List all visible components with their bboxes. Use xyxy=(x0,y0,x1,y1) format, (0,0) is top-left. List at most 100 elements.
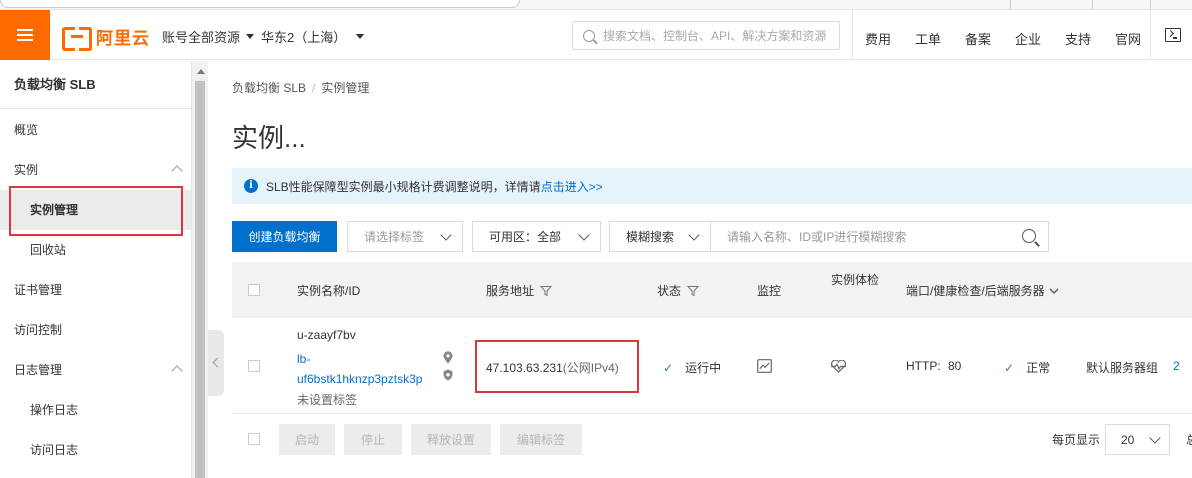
status-text: 运行中 xyxy=(685,361,722,375)
release-settings-button[interactable]: 释放设置 xyxy=(411,424,491,455)
instance-search[interactable] xyxy=(711,221,1049,252)
zone-select-value: 全部 xyxy=(537,230,562,244)
header-divider xyxy=(1150,10,1151,60)
edit-tags-button[interactable]: 编辑标签 xyxy=(500,424,582,455)
nav-icp[interactable]: 备案 xyxy=(965,29,991,48)
sidebar-group-logs[interactable]: 日志管理 xyxy=(0,350,191,390)
notice-link[interactable]: 点击进入>> xyxy=(541,178,603,195)
row-checkbox[interactable] xyxy=(248,360,260,372)
column-header-status: 状态 xyxy=(657,282,700,299)
sidebar-collapse-toggle[interactable] xyxy=(208,330,224,396)
chevron-down-icon xyxy=(440,229,452,241)
per-page-label: 每页显示 xyxy=(1052,433,1101,447)
nav-support[interactable]: 支持 xyxy=(1065,29,1091,48)
column-header-label: 服务地址 xyxy=(486,284,535,298)
stop-button[interactable]: 停止 xyxy=(344,424,402,455)
notice-text: SLB性能保障型实例最小规格计费调整说明，详情请 xyxy=(266,179,541,194)
health-status: ✓ 正常 xyxy=(1004,359,1050,376)
sidebar-title: 负载均衡 SLB xyxy=(0,61,191,109)
column-header-ports: 端口/健康检查/后端服务器 xyxy=(906,282,1060,299)
filter-icon[interactable] xyxy=(540,285,553,297)
sidebar-item-certificates[interactable]: 证书管理 xyxy=(0,270,191,310)
location-pin-icon[interactable] xyxy=(443,351,453,364)
notice-banner: i SLB性能保障型实例最小规格计费调整说明，详情请 点击进入>> xyxy=(232,168,1192,204)
per-page-select[interactable]: 20 xyxy=(1105,424,1170,455)
nav-fees[interactable]: 费用 xyxy=(865,29,891,48)
select-all-checkbox[interactable] xyxy=(248,284,260,296)
account-resource-select[interactable]: 账号全部资源 xyxy=(162,27,255,46)
top-header: 阿里云 账号全部资源 华东2（上海） 费用 工单 备案 企业 支持 官网 xyxy=(0,10,1192,60)
sidebar-item-overview[interactable]: 概览 xyxy=(0,110,191,150)
hamburger-icon xyxy=(17,34,33,36)
instance-name: u-zaayf7bv xyxy=(297,328,356,342)
caret-down-icon xyxy=(246,34,255,39)
shield-icon[interactable] xyxy=(443,369,453,381)
sidebar-item-label: 证书管理 xyxy=(14,283,63,297)
caret-down-icon xyxy=(356,34,365,39)
server-count-link[interactable]: 2 xyxy=(1173,359,1180,373)
status-cell: ✓ 运行中 xyxy=(663,359,721,376)
breadcrumb-current: 实例管理 xyxy=(321,81,370,95)
sidebar-item-access-control[interactable]: 访问控制 xyxy=(0,310,191,350)
column-header-name-id: 实例名称/ID xyxy=(297,284,361,298)
zone-select[interactable]: 可用区： 全部 xyxy=(472,221,601,252)
scrollbar-thumb[interactable] xyxy=(195,81,205,478)
table-row: u-zaayf7bv lb- uf6bstk1hknzp3pztsk3p 未设置… xyxy=(232,318,1192,414)
per-page-value: 20 xyxy=(1121,432,1135,447)
sidebar-item-label: 概览 xyxy=(14,123,39,137)
sidebar: 负载均衡 SLB 概览 实例 实例管理 回收站 证书管理 访问控制 日志管理 操… xyxy=(0,61,192,478)
sidebar-item-recycle-bin[interactable]: 回收站 xyxy=(0,230,191,270)
chevron-down-icon xyxy=(688,229,700,241)
scroll-up-arrow-icon[interactable] xyxy=(197,69,205,74)
start-button[interactable]: 启动 xyxy=(279,424,335,455)
logo-text: 阿里云 xyxy=(96,28,150,48)
instance-id-link[interactable]: lb- xyxy=(297,352,310,366)
aliyun-logo[interactable]: 阿里云 xyxy=(62,25,150,51)
sidebar-item-label: 实例 xyxy=(14,163,39,177)
search-icon xyxy=(583,29,595,42)
menu-button[interactable] xyxy=(0,10,50,60)
zone-select-label: 可用区： xyxy=(489,230,538,244)
create-load-balancer-button[interactable]: 创建负载均衡 xyxy=(232,221,337,252)
breadcrumb: 负载均衡 SLB / 实例管理 xyxy=(232,79,369,96)
chevron-up-icon xyxy=(171,165,183,177)
listener-protocol: HTTP: xyxy=(906,359,941,373)
sidebar-item-operation-logs[interactable]: 操作日志 xyxy=(0,390,191,430)
breadcrumb-root[interactable]: 负载均衡 SLB xyxy=(232,81,306,95)
instance-tag: 未设置标签 xyxy=(297,393,358,407)
heart-pulse-icon[interactable] xyxy=(830,360,847,373)
sidebar-group-instances[interactable]: 实例 xyxy=(0,150,191,190)
instance-id-link[interactable]: uf6bstk1hknzp3pztsk3p xyxy=(297,372,422,386)
instance-search-input[interactable] xyxy=(727,229,1007,244)
monitor-chart-icon[interactable] xyxy=(757,359,772,373)
sidebar-scrollbar[interactable] xyxy=(192,61,208,478)
address-bar-edge xyxy=(0,0,520,8)
chevron-down-icon[interactable] xyxy=(1048,286,1060,296)
highlight-box-instance-management xyxy=(9,186,183,236)
nav-tickets[interactable]: 工单 xyxy=(915,29,941,48)
breadcrumb-separator: / xyxy=(312,81,316,95)
nav-enterprise[interactable]: 企业 xyxy=(1015,29,1041,48)
filter-icon[interactable] xyxy=(687,285,700,297)
global-search-input[interactable] xyxy=(603,28,833,43)
check-icon: ✓ xyxy=(663,361,674,375)
aliyun-logo-icon xyxy=(62,27,92,51)
health-status-text: 正常 xyxy=(1026,361,1051,375)
search-mode-select[interactable]: 模糊搜索 xyxy=(609,221,711,252)
search-icon[interactable] xyxy=(1022,229,1036,243)
sidebar-item-label: 日志管理 xyxy=(14,363,63,377)
nav-official-site[interactable]: 官网 xyxy=(1115,29,1141,48)
header-divider xyxy=(852,10,853,60)
global-search[interactable] xyxy=(572,21,840,50)
tag-select[interactable]: 请选择标签 xyxy=(347,221,463,252)
search-mode-value: 模糊搜索 xyxy=(626,230,675,244)
sidebar-item-access-logs[interactable]: 访问日志 xyxy=(0,430,191,470)
info-icon: i xyxy=(244,179,258,193)
bottom-select-all-checkbox[interactable] xyxy=(248,433,260,445)
sidebar-item-label: 回收站 xyxy=(30,243,67,257)
terminal-icon[interactable] xyxy=(1165,28,1181,42)
check-icon: ✓ xyxy=(1004,361,1015,375)
highlight-box-service-address xyxy=(475,340,639,393)
region-select[interactable]: 华东2（上海） xyxy=(261,27,365,46)
sidebar-item-label: 访问日志 xyxy=(30,443,79,457)
